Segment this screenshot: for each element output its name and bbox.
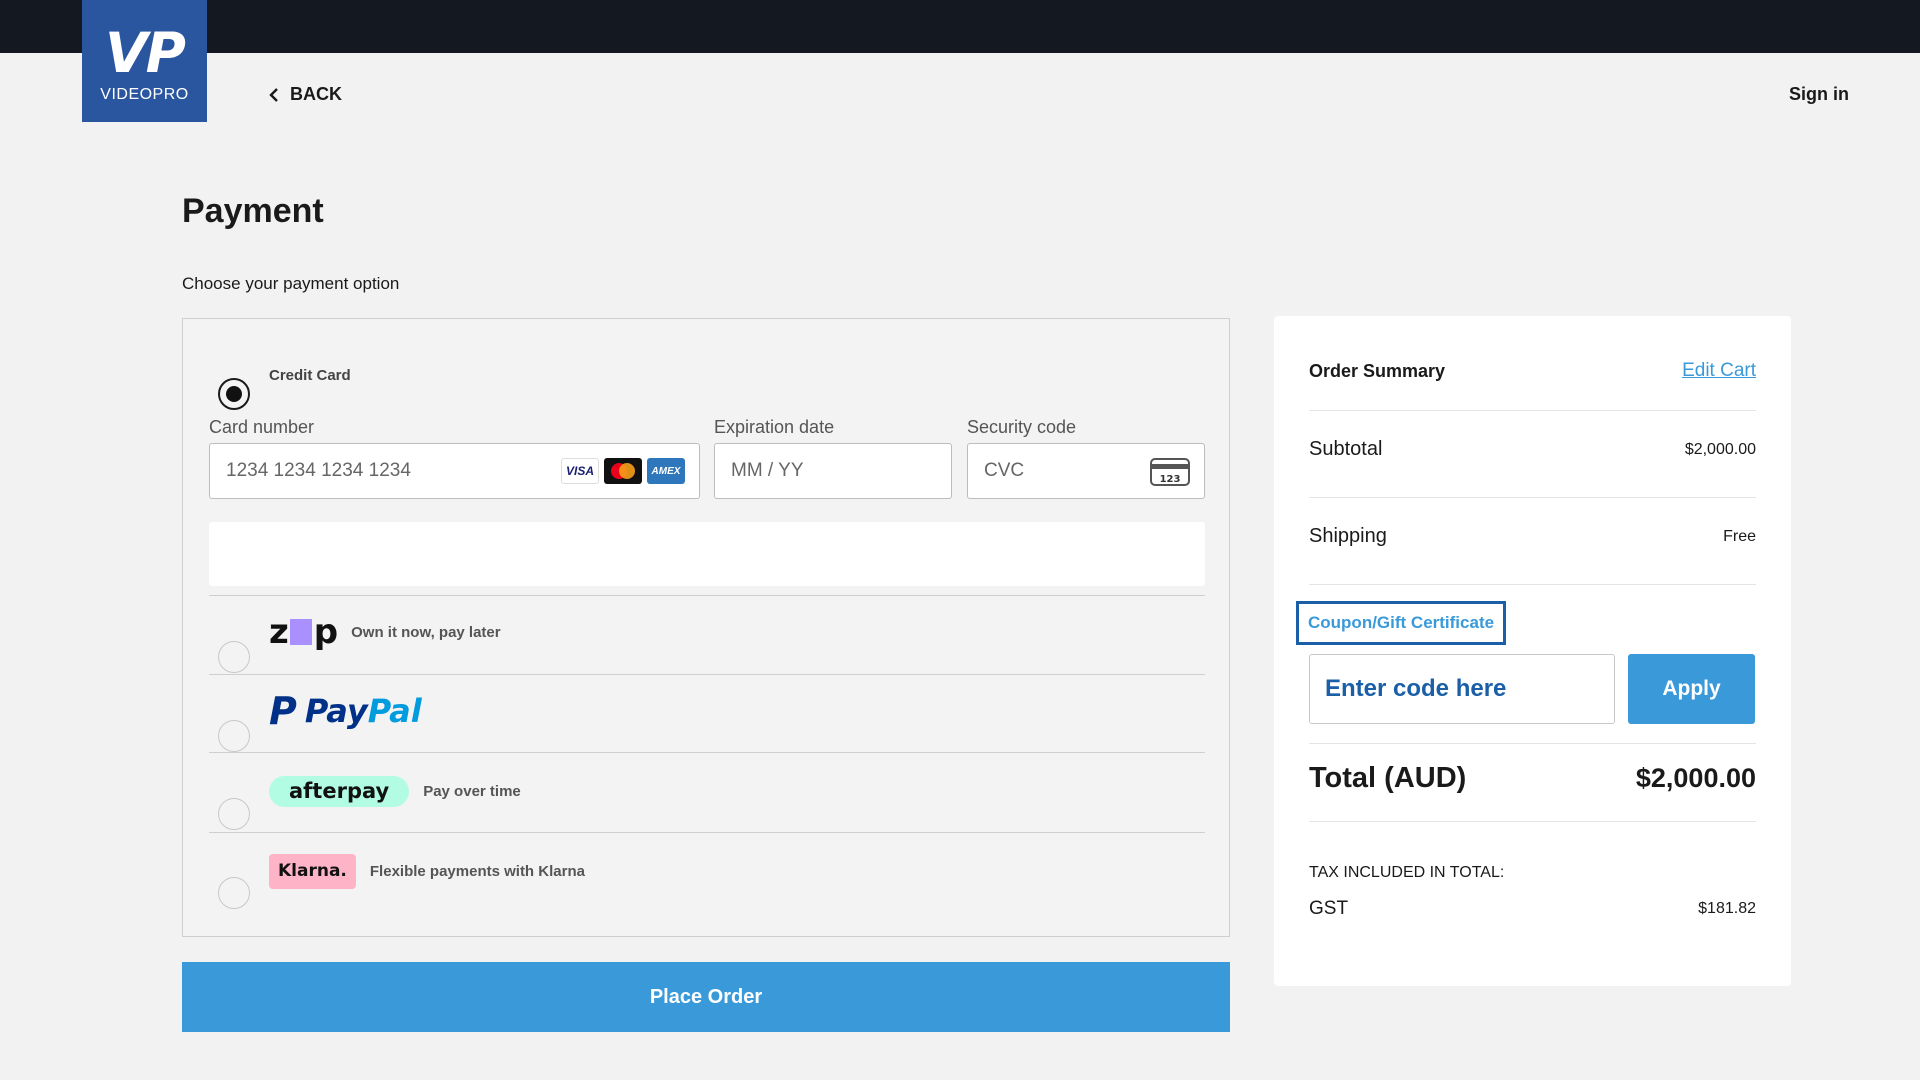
subtotal-value: $2,000.00 <box>1684 440 1756 458</box>
videopro-logo[interactable]: VP VIDEOPRO <box>82 0 207 122</box>
klarna-option[interactable]: Klarna. Flexible payments with Klarna <box>269 854 585 889</box>
cvc-card-icon: 123 <box>1150 458 1190 486</box>
coupon-toggle[interactable]: Coupon/Gift Certificate <box>1296 601 1507 645</box>
gst-value: $181.82 <box>1698 900 1756 917</box>
expiry-placeholder: MM / YY <box>731 460 804 481</box>
paypal-p-icon: P <box>269 689 297 733</box>
cvc-icon-text: 123 <box>1160 474 1181 485</box>
shipping-label: Shipping <box>1309 525 1387 547</box>
cvc-placeholder: CVC <box>984 460 1025 481</box>
chevron-left-icon <box>269 87 278 102</box>
card-extra-field[interactable] <box>209 522 1205 586</box>
divider <box>1309 584 1756 585</box>
sign-in-link[interactable]: Sign in <box>1789 84 1849 105</box>
divider <box>209 674 1205 675</box>
zip-logo: zp <box>269 612 338 652</box>
card-number-field[interactable]: 1234 1234 1234 1234 VISA AMEX <box>209 443 700 499</box>
card-brand-logos: VISA AMEX <box>561 458 685 484</box>
divider <box>209 595 1205 596</box>
zip-option[interactable]: zp Own it now, pay later <box>269 615 501 649</box>
klarna-logo: Klarna. <box>269 854 356 889</box>
apply-coupon-button[interactable]: Apply <box>1628 654 1755 724</box>
divider <box>209 832 1205 833</box>
place-order-button[interactable]: Place Order <box>182 962 1230 1032</box>
gst-row: GST $181.82 <box>1309 898 1756 920</box>
cvc-field[interactable]: CVC 123 <box>967 443 1205 499</box>
page-title: Payment <box>182 192 324 230</box>
logo-wordmark: VIDEOPRO <box>100 86 189 103</box>
logo-mark: VP <box>105 21 186 85</box>
card-number-label: Card number <box>209 417 315 437</box>
paypal-radio[interactable] <box>218 720 250 752</box>
back-label: BACK <box>290 84 342 104</box>
klarna-description: Flexible payments with Klarna <box>369 863 585 880</box>
top-bar <box>0 0 1920 53</box>
order-summary-title: Order Summary <box>1309 360 1446 381</box>
paypal-text-pal: Pal <box>367 692 422 730</box>
afterpay-radio[interactable] <box>218 798 250 830</box>
paypal-logo: P PayPal <box>269 692 422 730</box>
credit-card-radio[interactable] <box>218 378 250 410</box>
mastercard-icon <box>604 458 642 484</box>
payment-subtitle: Choose your payment option <box>182 274 400 293</box>
visa-icon: VISA <box>561 458 599 484</box>
divider <box>1309 821 1756 822</box>
zip-description: Own it now, pay later <box>351 623 501 641</box>
expiry-field[interactable]: MM / YY <box>714 443 952 499</box>
zip-radio[interactable] <box>218 641 250 673</box>
credit-card-label: Credit Card <box>269 367 351 384</box>
gst-label: GST <box>1309 898 1349 919</box>
klarna-radio[interactable] <box>218 877 250 909</box>
tax-heading: TAX INCLUDED IN TOTAL: <box>1309 864 1505 881</box>
divider <box>1309 410 1756 411</box>
divider <box>1309 743 1756 744</box>
card-number-placeholder: 1234 1234 1234 1234 <box>226 460 411 481</box>
paypal-option[interactable]: P PayPal <box>269 692 422 730</box>
amex-icon: AMEX <box>647 458 685 484</box>
back-link[interactable]: BACK <box>268 84 342 105</box>
divider <box>209 752 1205 753</box>
divider <box>1309 497 1756 498</box>
afterpay-description: Pay over time <box>423 783 521 800</box>
shipping-row: Shipping Free <box>1309 525 1756 548</box>
cvc-label: Security code <box>967 417 1077 437</box>
total-value: $2,000.00 <box>1635 763 1756 793</box>
total-row: Total (AUD) $2,000.00 <box>1309 762 1756 795</box>
edit-cart-link[interactable]: Edit Cart <box>1682 360 1756 382</box>
payment-options-panel: Credit Card Card number 1234 1234 1234 1… <box>182 318 1230 937</box>
afterpay-logo: afterpay <box>269 776 410 807</box>
paypal-text-pay: Pay <box>304 692 368 730</box>
subtotal-label: Subtotal <box>1309 438 1383 460</box>
afterpay-option[interactable]: afterpay Pay over time <box>269 776 521 807</box>
summary-header: Order Summary Edit Cart <box>1309 360 1756 382</box>
expiry-label: Expiration date <box>714 417 835 437</box>
subtotal-row: Subtotal $2,000.00 <box>1309 438 1756 461</box>
shipping-value: Free <box>1723 527 1756 545</box>
total-label: Total (AUD) <box>1309 762 1467 794</box>
order-summary-panel: Order Summary Edit Cart Subtotal $2,000.… <box>1274 316 1791 986</box>
coupon-code-input[interactable] <box>1309 654 1615 724</box>
